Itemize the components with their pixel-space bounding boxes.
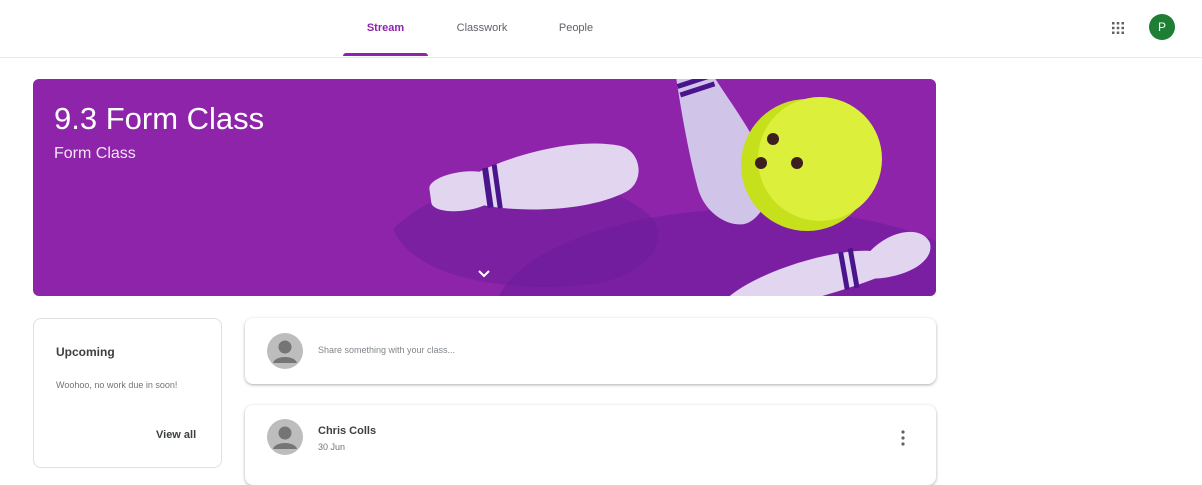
upcoming-card: Upcoming Woohoo, no work due in soon! Vi… [33, 318, 222, 468]
class-title: 9.3 Form Class [54, 101, 265, 136]
user-avatar-icon [267, 333, 303, 369]
upcoming-message: Woohoo, no work due in soon! [56, 380, 178, 390]
tab-classwork[interactable]: Classwork [441, 0, 523, 56]
class-banner: 9.3 Form Class Form Class [33, 79, 936, 296]
tab-people-label: People [558, 22, 594, 34]
account-avatar[interactable]: P [1149, 14, 1175, 40]
tab-stream[interactable]: Stream [343, 0, 428, 56]
author-avatar-icon [267, 419, 303, 455]
stream-post: Chris Colls 30 Jun [245, 405, 936, 485]
post-date: 30 Jun [318, 442, 346, 452]
view-all-link[interactable]: View all [156, 429, 196, 441]
active-tab-indicator [343, 53, 428, 56]
share-placeholder: Share something with your class... [318, 345, 456, 355]
top-app-bar: Stream Classwork People P [0, 0, 1202, 58]
tab-people[interactable]: People [545, 0, 607, 56]
class-subtitle: Form Class [54, 145, 136, 162]
tab-classwork-label: Classwork [456, 22, 508, 34]
share-announcement-box[interactable]: Share something with your class... [245, 318, 936, 384]
upcoming-title: Upcoming [56, 345, 115, 359]
chevron-down-icon[interactable] [473, 263, 495, 285]
post-author: Chris Colls [318, 425, 377, 437]
more-options-icon[interactable] [893, 427, 913, 449]
apps-grid-icon[interactable] [1106, 16, 1130, 40]
tab-stream-label: Stream [366, 22, 405, 34]
